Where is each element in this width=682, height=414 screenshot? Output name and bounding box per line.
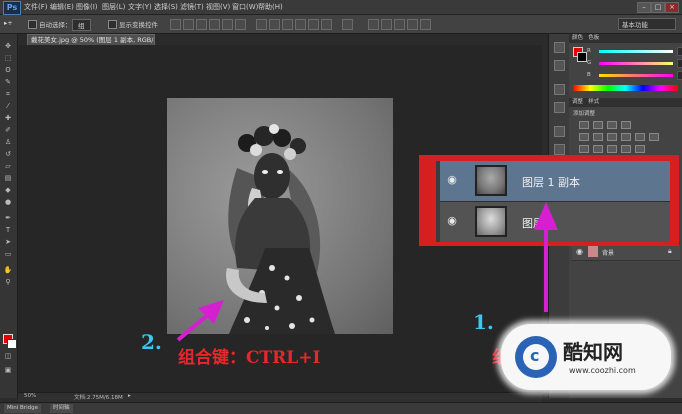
watermark-title: 酷知网: [563, 340, 623, 364]
watermark-logo-icon: c: [515, 336, 557, 378]
shortcut-annotation: 组合键：CTRL+I: [178, 348, 321, 368]
watermark-url: www.coozhi.com: [569, 366, 636, 375]
step-number-2: 2.: [141, 330, 162, 354]
step-number-1: 1.: [473, 310, 494, 334]
arrow-up-icon: [534, 202, 558, 312]
watermark: c 酷知网 www.coozhi.com: [501, 324, 671, 390]
arrow-diagonal-icon: [176, 300, 224, 342]
